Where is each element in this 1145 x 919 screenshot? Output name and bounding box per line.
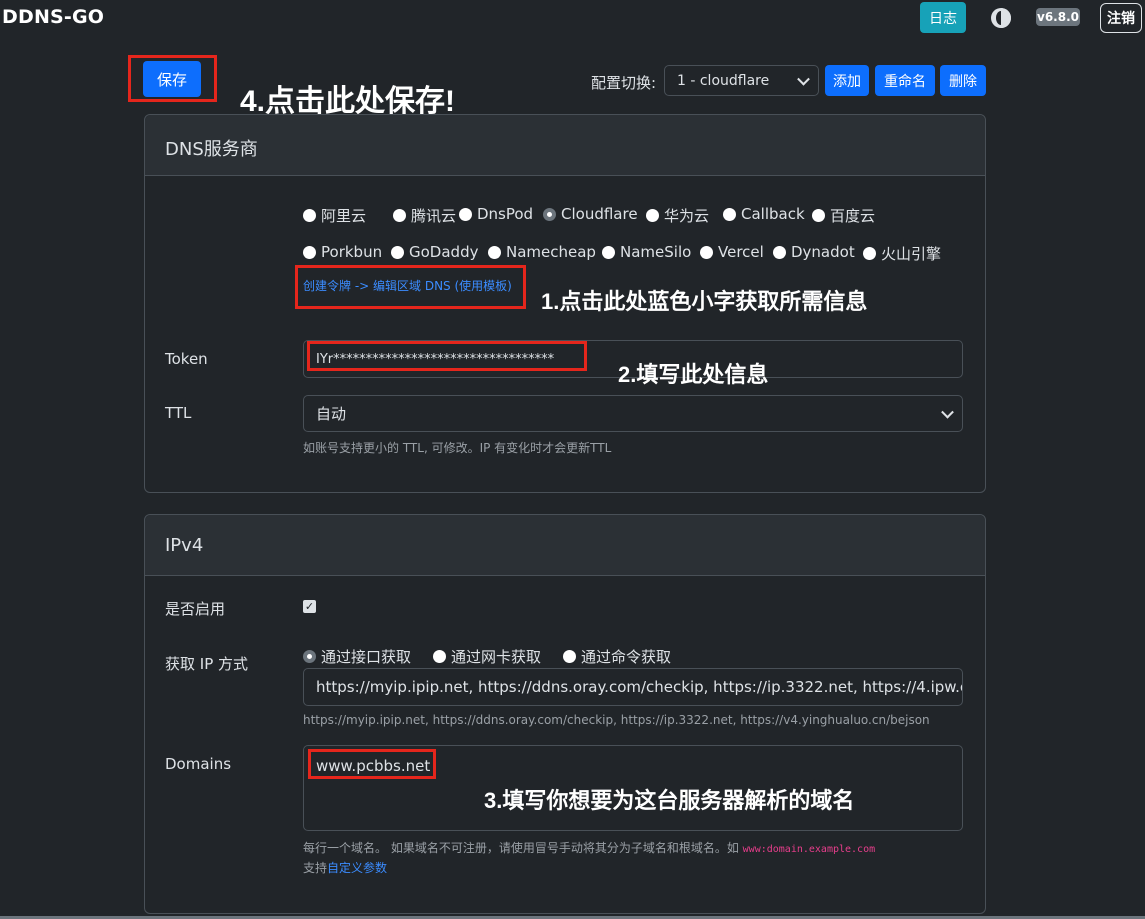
logout-button[interactable]: 注销 [1100,3,1142,33]
radio-circle[interactable] [391,245,404,259]
radio-option[interactable]: 通过网卡获取 [433,646,541,667]
custom-params-link[interactable]: 自定义参数 [327,861,387,875]
radio-circle[interactable] [863,247,876,260]
radio-option[interactable]: Callback [723,205,805,223]
highlight-box-save [128,55,217,102]
radio-label: 腾讯云 [411,207,457,225]
radio-option[interactable]: Porkbun [303,243,382,261]
radio-label: DnsPod [477,205,534,223]
radio-circle[interactable] [812,209,825,222]
config-select-value: 1 - cloudflare [677,72,770,89]
ttl-help-text: 如账号支持更小的 TTL, 可修改。IP 有变化时才会更新TTL [303,441,612,455]
ip-url-input-value: https://myip.ipip.net, https://ddns.oray… [316,678,963,696]
radio-label: Cloudflare [561,205,638,223]
rename-config-button[interactable]: 重命名 [875,65,935,96]
radio-option[interactable]: 通过接口获取 [303,646,411,667]
radio-option[interactable]: Dynadot [773,243,855,261]
log-button[interactable]: 日志 [920,2,966,33]
radio-circle[interactable] [303,245,316,259]
radio-circle[interactable] [543,207,556,221]
ttl-select-value: 自动 [316,405,347,423]
radio-circle[interactable] [303,650,316,663]
radio-label: 通过命令获取 [581,648,672,666]
ttl-select[interactable]: 自动 [303,395,963,432]
radio-circle[interactable] [303,209,316,222]
radio-label: 火山引擎 [881,245,942,263]
delete-config-button[interactable]: 删除 [940,65,986,96]
radio-label: Namecheap [506,243,596,261]
ttl-label: TTL [165,404,192,422]
brand-logo: DDNS-GO [2,6,105,28]
radio-option[interactable]: NameSilo [602,243,691,261]
radio-option[interactable]: 火山引擎 [863,243,941,264]
enable-checkbox[interactable]: ✓ [303,600,316,613]
token-label: Token [165,350,208,368]
radio-circle[interactable] [773,245,786,259]
highlight-box-token [307,341,587,371]
radio-option[interactable]: 通过命令获取 [563,646,671,667]
radio-label: 华为云 [664,207,710,225]
annotation-step2: 2.填写此处信息 [618,362,769,387]
radio-label: NameSilo [620,243,692,261]
annotation-step3: 3.填写你想要为这台服务器解析的域名 [484,788,855,813]
radio-circle[interactable] [723,207,736,221]
radio-option[interactable]: Vercel [700,243,764,261]
version-badge: v6.8.0 [1036,8,1080,26]
radio-circle[interactable] [700,245,713,259]
radio-label: 通过网卡获取 [451,648,542,666]
domains-label: Domains [165,755,232,773]
dns-card-title: DNS服务商 [165,139,258,160]
chevron-down-icon [797,72,810,86]
radio-label: Porkbun [321,243,383,261]
radio-label: Vercel [718,243,764,261]
ipv4-card-header: IPv4 [145,515,985,576]
radio-option[interactable]: GoDaddy [391,243,478,261]
radio-option[interactable]: 腾讯云 [393,205,456,226]
radio-label: GoDaddy [409,243,479,261]
enable-label: 是否启用 [165,600,226,618]
domains-help-text: 每行一个域名。 如果域名不可注册，请使用冒号手动将其分为子域名和根域名。如 ww… [303,839,875,856]
radio-circle[interactable] [459,207,472,221]
radio-circle[interactable] [602,245,615,259]
config-select[interactable]: 1 - cloudflare [664,65,819,96]
chevron-down-icon [941,405,954,419]
radio-label: 通过接口获取 [321,648,412,666]
radio-option[interactable]: 华为云 [646,205,709,226]
radio-option[interactable]: DnsPod [459,205,533,223]
highlight-box-token-link [295,265,526,309]
ip-url-input[interactable]: https://myip.ipip.net, https://ddns.oray… [303,668,963,706]
radio-circle[interactable] [646,209,659,222]
radio-option[interactable]: Namecheap [488,243,596,261]
radio-circle[interactable] [488,245,501,259]
ip-method-label: 获取 IP 方式 [165,655,249,673]
radio-label: 百度云 [830,207,876,225]
domains-help-example: www:domain.example.com [742,844,876,855]
annotation-step1: 1.点击此处蓝色小字获取所需信息 [541,289,868,314]
radio-label: 阿里云 [321,207,367,225]
radio-option[interactable]: 百度云 [812,205,875,226]
radio-label: Callback [741,205,805,223]
config-switch-label: 配置切换: [591,74,657,92]
add-config-button[interactable]: 添加 [825,65,869,96]
radio-label: Dynadot [791,243,855,261]
radio-option[interactable]: 阿里云 [303,205,366,226]
radio-circle[interactable] [433,650,446,663]
custom-params-prefix: 支持 [303,861,328,875]
highlight-box-domains [308,749,436,779]
ipv4-card-title: IPv4 [165,535,204,556]
radio-option[interactable]: Cloudflare [543,205,638,223]
custom-params-text: 支持自定义参数 [303,859,387,876]
domains-help-message: 每行一个域名。 如果域名不可注册，请使用冒号手动将其分为子域名和根域名。如 [303,841,739,855]
radio-circle[interactable] [393,209,406,222]
ip-url-help-text: https://myip.ipip.net, https://ddns.oray… [303,713,930,727]
dns-card-header: DNS服务商 [145,115,985,176]
radio-circle[interactable] [563,650,576,663]
contrast-icon[interactable] [991,8,1011,28]
